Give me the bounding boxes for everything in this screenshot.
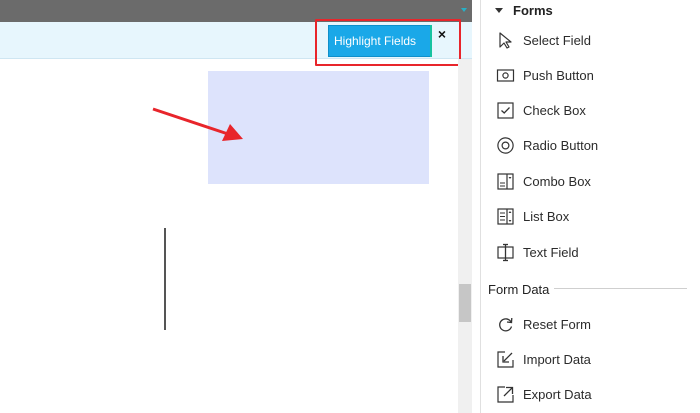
tool-combo-box[interactable]: Combo Box (496, 167, 591, 195)
tool-label: Import Data (523, 351, 591, 367)
list-box-icon (496, 207, 515, 226)
reset-icon (496, 315, 515, 334)
scrollbar-thumb[interactable] (459, 284, 471, 322)
tool-label: List Box (523, 208, 570, 224)
push-button-icon (496, 66, 515, 85)
highlight-fields-button[interactable]: Highlight Fields (328, 25, 432, 57)
document-area (0, 0, 472, 413)
import-icon (496, 350, 515, 369)
document-top-strip (0, 0, 472, 22)
export-icon (496, 385, 515, 404)
forms-section-header[interactable]: Forms (495, 0, 553, 20)
tool-push-button[interactable]: Push Button (496, 61, 594, 89)
section-divider (554, 288, 687, 289)
tool-text-field[interactable]: Text Field (496, 238, 579, 266)
caret-down-icon (495, 7, 503, 13)
tool-import-data[interactable]: Import Data (496, 345, 591, 373)
tool-label: Radio Button (523, 137, 599, 153)
tool-label: Export Data (523, 386, 592, 402)
radio-button-icon (496, 136, 515, 155)
vertical-scrollbar[interactable] (458, 59, 472, 413)
check-box-icon (496, 101, 515, 120)
tool-list-box[interactable]: List Box (496, 202, 569, 230)
tool-label: Combo Box (523, 173, 591, 189)
tool-label: Check Box (523, 102, 586, 118)
tool-reset-form[interactable]: Reset Form (496, 310, 591, 338)
tool-label: Reset Form (523, 316, 591, 332)
collapse-caret-icon[interactable] (461, 8, 467, 12)
close-bar-icon[interactable]: × (434, 26, 450, 42)
text-field-icon (496, 243, 515, 262)
tool-check-box[interactable]: Check Box (496, 96, 586, 124)
tool-label: Push Button (523, 67, 594, 83)
tool-select-field[interactable]: Select Field (496, 26, 591, 54)
annotation-arrow-icon (152, 107, 243, 141)
form-data-section-title: Form Data (488, 281, 550, 297)
forms-title: Forms (513, 2, 553, 18)
tool-export-data[interactable]: Export Data (496, 380, 592, 408)
text-cursor-line (164, 228, 166, 330)
tool-label: Select Field (523, 32, 591, 48)
tool-radio-button[interactable]: Radio Button (496, 131, 598, 159)
pointer-icon (496, 31, 515, 50)
tool-label: Text Field (523, 244, 579, 260)
combo-box-icon (496, 172, 515, 191)
